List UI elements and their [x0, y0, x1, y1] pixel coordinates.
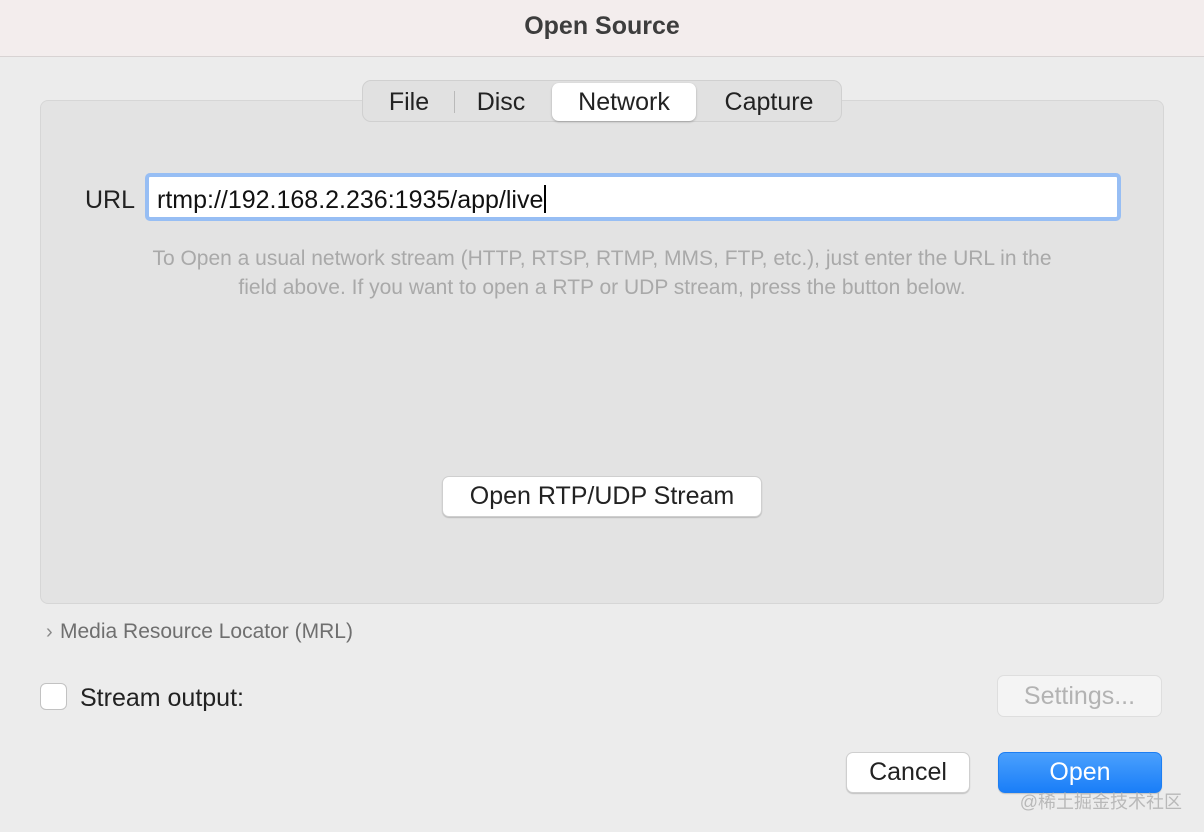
stream-output-label: Stream output:	[80, 684, 244, 712]
window-title: Open Source	[524, 12, 680, 40]
tab-capture[interactable]: Capture	[703, 83, 835, 121]
cancel-button[interactable]: Cancel	[846, 752, 970, 793]
chevron-right-icon: ›	[46, 621, 53, 643]
help-line-1: To Open a usual network stream (HTTP, RT…	[152, 247, 1052, 270]
title-bar: Open Source	[0, 0, 1204, 57]
watermark: @稀土掘金技术社区	[1019, 792, 1182, 812]
url-label: URL	[85, 186, 136, 214]
open-button[interactable]: Open	[998, 752, 1162, 793]
mrl-label: Media Resource Locator (MRL)	[60, 620, 353, 643]
tab-separator	[454, 91, 455, 113]
mrl-disclosure[interactable]: › Media Resource Locator (MRL)	[46, 620, 353, 644]
tab-file[interactable]: File	[367, 83, 451, 121]
help-line-2: field above. If you want to open a RTP o…	[238, 276, 966, 299]
tab-network[interactable]: Network	[552, 83, 696, 121]
network-help-text: To Open a usual network stream (HTTP, RT…	[90, 244, 1114, 302]
url-input[interactable]: rtmp://192.168.2.236:1935/app/live	[145, 173, 1121, 221]
settings-button[interactable]: Settings...	[997, 675, 1162, 717]
source-tabs: File Disc Network Capture	[362, 80, 842, 122]
open-source-window: Open Source File Disc Network Capture UR…	[0, 0, 1204, 832]
text-cursor	[544, 185, 547, 213]
stream-output-checkbox[interactable]	[40, 683, 67, 710]
open-rtp-udp-stream-button[interactable]: Open RTP/UDP Stream	[442, 476, 762, 517]
url-input-value: rtmp://192.168.2.236:1935/app/live	[157, 185, 547, 215]
tab-disc[interactable]: Disc	[459, 83, 543, 121]
